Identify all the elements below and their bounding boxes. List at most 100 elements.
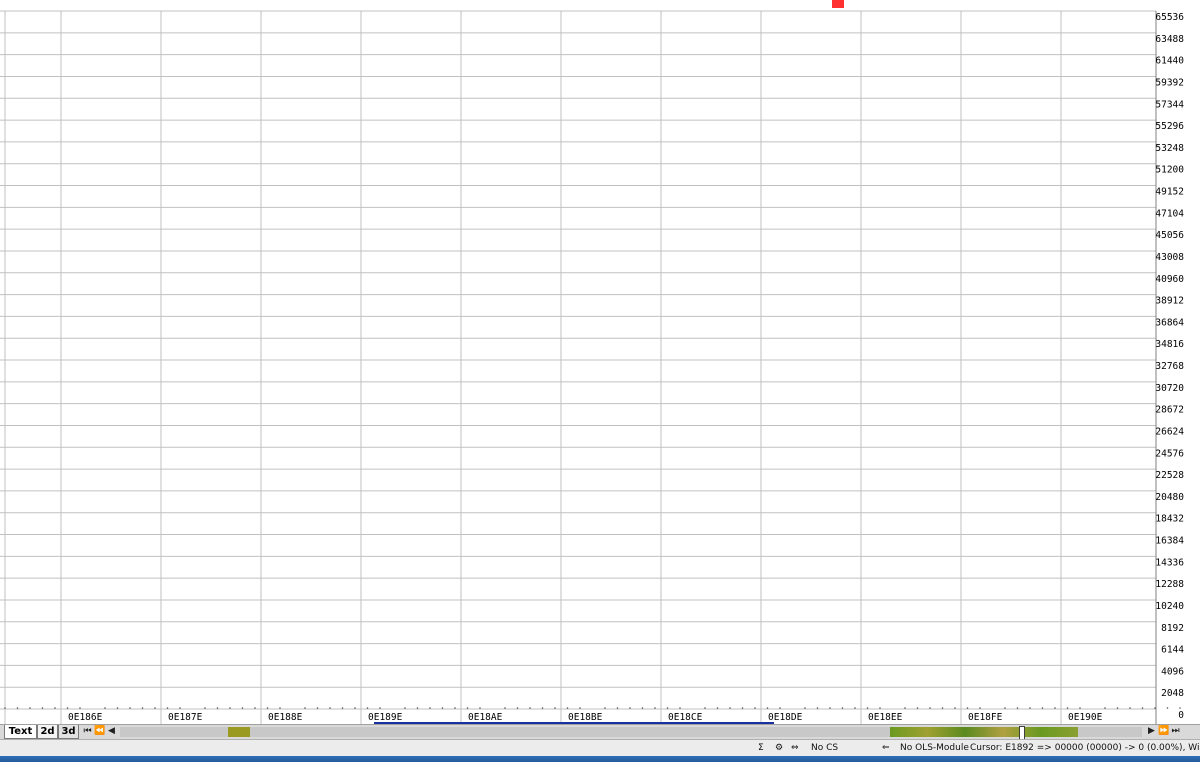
data-point [929, 707, 931, 709]
data-point [1129, 707, 1131, 709]
y-tick-label: 14336 [1155, 557, 1184, 568]
data-point [104, 707, 106, 709]
data-map-scrollbar[interactable] [120, 726, 1142, 740]
data-point [554, 707, 556, 709]
data-point [604, 707, 606, 709]
y-tick-label: 16384 [1155, 536, 1184, 547]
y-tick-label: 40960 [1155, 274, 1184, 285]
y-tick-label: 0 [1178, 710, 1184, 721]
y-tick-label: 10240 [1155, 601, 1184, 612]
graph-canvas[interactable]: 0E186E 0E187E 0E188E 0E189E 0E18AE 0E18BE 0E18… [0, 0, 1200, 724]
last-page-icon[interactable]: ⏭ [1170, 726, 1181, 737]
data-point [516, 707, 519, 709]
fast-forward-icon[interactable]: ⏩ [1158, 726, 1169, 737]
tab-3d[interactable]: 3d [58, 725, 79, 739]
data-point [129, 707, 131, 709]
data-point [454, 707, 456, 709]
gear-icon[interactable]: ⚙ [775, 743, 783, 753]
data-point [354, 707, 356, 709]
tab-2d[interactable]: 2d [37, 725, 58, 739]
data-point [1016, 707, 1019, 709]
data-point [116, 707, 119, 709]
rewind-icon[interactable]: ⏪ [94, 726, 105, 737]
step-forward-icon[interactable]: ▶ [1146, 726, 1157, 737]
data-point [541, 707, 544, 709]
data-point [254, 707, 256, 709]
data-point [916, 707, 919, 709]
data-point [1179, 707, 1181, 709]
data-point [54, 707, 56, 709]
x-tick-label: 0E18BE [568, 712, 603, 723]
data-point [41, 707, 44, 709]
y-tick-label: 30720 [1155, 383, 1184, 394]
first-page-icon[interactable]: ⏮ [82, 726, 93, 737]
data-point [841, 707, 844, 709]
y-tick-label: 59392 [1155, 77, 1184, 88]
data-point [1029, 707, 1031, 709]
data-point [179, 707, 181, 709]
data-point [879, 707, 881, 709]
x-tick-label: 0E18CE [668, 712, 703, 723]
y-tick-label: 2048 [1161, 688, 1184, 699]
data-point [4, 707, 6, 709]
y-tick-label: 12288 [1155, 579, 1184, 590]
data-point [1104, 707, 1106, 709]
data-point [1141, 707, 1144, 709]
y-tick-label: 51200 [1155, 165, 1184, 176]
tab-text[interactable]: Text [4, 725, 37, 739]
data-point [966, 707, 969, 709]
status-bar: Σ ⚙ ⇔ No CS ⇐ No OLS-Module Cursor: E189… [0, 739, 1200, 757]
data-point [1054, 707, 1056, 709]
data-point [754, 707, 756, 709]
y-tick-label: 53248 [1155, 143, 1184, 154]
sum-icon[interactable]: Σ [758, 743, 764, 753]
module-icon: ⇐ [882, 743, 890, 753]
x-tick-label: 0E18EE [868, 712, 903, 723]
data-point [141, 707, 144, 709]
data-point [641, 707, 644, 709]
module-status: No OLS-Module [900, 743, 969, 753]
data-point [766, 707, 769, 709]
data-point [216, 707, 219, 709]
data-point [829, 707, 831, 709]
data-point [1154, 707, 1156, 709]
x-tick-label: 0E186E [68, 712, 103, 723]
data-point [741, 707, 744, 709]
data-point [66, 707, 69, 709]
link-icon[interactable]: ⇔ [791, 743, 799, 753]
view-tab-bar: Text 2d 3d ⏮ ⏪ ◀ ▶ ⏩ ⏭ [0, 724, 1200, 740]
data-point [466, 707, 469, 709]
y-tick-label: 36864 [1155, 317, 1184, 328]
data-point [279, 707, 281, 709]
y-tick-label: 6144 [1161, 645, 1184, 656]
y-tick-label: 43008 [1155, 252, 1184, 263]
data-point [616, 707, 619, 709]
data-point [304, 707, 306, 709]
map-segment [228, 727, 250, 737]
data-point [366, 707, 369, 709]
data-point [1041, 707, 1044, 709]
data-point [429, 707, 431, 709]
scroll-thumb[interactable] [1019, 726, 1025, 740]
hex-2d-graph[interactable]: 0E186E 0E187E 0E188E 0E189E 0E18AE 0E18BE 0E18… [0, 0, 1200, 724]
data-point [266, 707, 269, 709]
cursor-marker [832, 0, 844, 8]
y-tick-label: 57344 [1155, 99, 1184, 110]
data-point [729, 707, 731, 709]
cursor-status: Cursor: E1892 => 00000 (00000) -> 0 (0.0… [970, 743, 1200, 753]
data-point [16, 707, 19, 709]
x-tick-label: 0E188E [268, 712, 303, 723]
step-back-icon[interactable]: ◀ [106, 726, 117, 737]
x-tick-label: 0E18AE [468, 712, 503, 723]
data-point [654, 707, 656, 709]
y-tick-label: 4096 [1161, 666, 1184, 677]
data-point [579, 707, 581, 709]
data-point [329, 707, 331, 709]
data-point [154, 707, 156, 709]
data-point [166, 707, 169, 709]
data-point [1066, 707, 1069, 709]
y-tick-label: 28672 [1155, 405, 1184, 416]
data-point [816, 707, 819, 709]
data-point [679, 707, 681, 709]
data-point [666, 707, 669, 709]
